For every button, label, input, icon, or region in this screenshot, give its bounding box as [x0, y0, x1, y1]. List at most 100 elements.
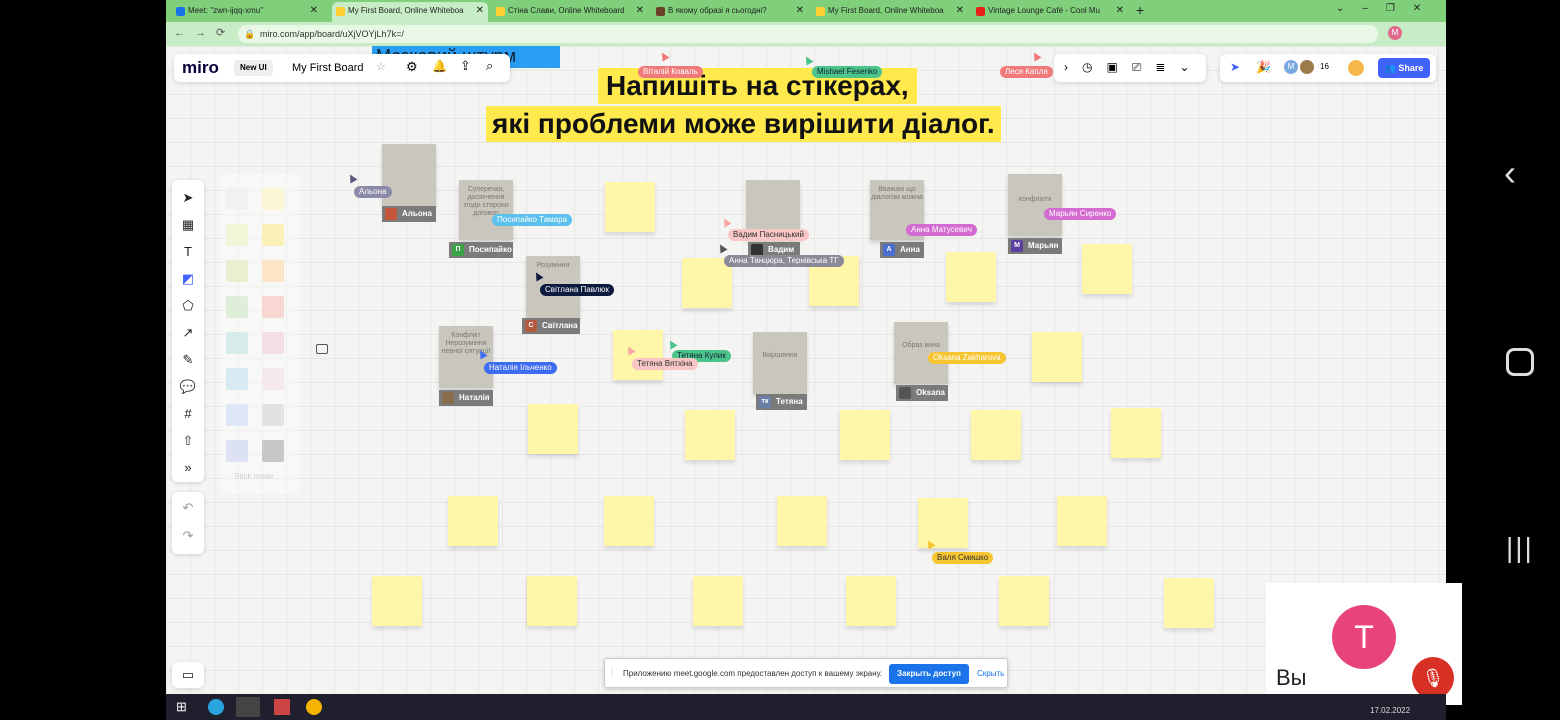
search-icon[interactable]: ⌕ — [486, 58, 493, 74]
celebrate-icon[interactable]: 🎉 — [1256, 60, 1271, 74]
bell-icon[interactable]: 🔔 — [432, 59, 447, 73]
sticky-note[interactable] — [448, 496, 498, 546]
comment-tool-icon[interactable]: 💬 — [172, 375, 204, 399]
tab-board[interactable]: My First Board, Online Whiteboa ✕ — [332, 2, 488, 22]
undo-icon[interactable]: ↶ — [172, 496, 204, 520]
color-swatch[interactable] — [262, 296, 284, 318]
close-icon[interactable]: ✕ — [956, 2, 964, 20]
mic-off-icon[interactable]: 🎙 — [1412, 657, 1454, 699]
telegram-icon[interactable] — [208, 699, 224, 715]
sticky-note[interactable] — [971, 410, 1021, 460]
frame-tool-icon[interactable]: # — [172, 402, 204, 426]
color-swatch[interactable] — [262, 188, 284, 210]
text-tool-icon[interactable]: T — [172, 240, 204, 264]
shape-tool-icon[interactable]: ⬠ — [172, 294, 204, 318]
color-swatch[interactable] — [226, 332, 248, 354]
sticky-tool-icon[interactable]: ◩ — [172, 267, 204, 291]
sticky-note[interactable] — [999, 576, 1049, 626]
redo-icon[interactable]: ↷ — [172, 524, 204, 548]
color-swatch[interactable] — [226, 260, 248, 282]
gray-sticky[interactable]: Суперечка, досягнення згоди сторони дого… — [459, 180, 513, 240]
share-button[interactable]: 👥 Share — [1378, 58, 1430, 78]
gray-sticky[interactable]: конфлікти — [1008, 174, 1062, 236]
drag-handle-icon[interactable]: ⁞ — [611, 668, 613, 677]
new-ui-badge[interactable]: New UI — [234, 60, 273, 76]
gray-sticky[interactable]: Конфлікт Нерозуміння певної ситуації — [439, 326, 493, 388]
new-tab-button[interactable]: + — [1136, 2, 1144, 18]
template-tool-icon[interactable]: ▦ — [172, 213, 204, 237]
color-swatch[interactable] — [262, 260, 284, 282]
tab-image[interactable]: В якому образі я сьогодні? ✕ — [652, 2, 808, 22]
recents-icon[interactable]: ||| — [1506, 532, 1534, 564]
sticky-note[interactable] — [682, 258, 732, 308]
color-swatch[interactable] — [262, 224, 284, 246]
tab-meet[interactable]: Meet: "zwn-ijqq-xmu" ✕ — [172, 2, 322, 22]
more-tools-icon[interactable]: » — [172, 456, 204, 480]
board-name[interactable]: My First Board — [292, 62, 364, 74]
chrome-taskbar-icon[interactable] — [236, 697, 260, 717]
tab-wall[interactable]: Стіна Слави, Online Whiteboard ✕ — [492, 2, 648, 22]
avatar[interactable] — [1300, 60, 1314, 74]
color-swatch[interactable] — [262, 440, 284, 462]
window-controls[interactable]: ⌄–❐✕ — [1336, 3, 1439, 14]
sticky-note[interactable] — [1057, 496, 1107, 546]
tab-board-2[interactable]: My First Board, Online Whiteboa ✕ — [812, 2, 968, 22]
color-swatch[interactable] — [226, 440, 248, 462]
color-swatch[interactable] — [262, 368, 284, 390]
sticky-note[interactable] — [372, 576, 422, 626]
home-icon[interactable] — [1506, 348, 1534, 376]
cursor-icon[interactable]: ➤ — [1230, 60, 1240, 74]
star-icon[interactable]: ☆ — [376, 60, 386, 73]
sidebar-toggle-icon[interactable]: ▭ — [172, 663, 204, 687]
hide-button[interactable]: Скрыть — [977, 669, 1004, 678]
chrome-icon[interactable] — [306, 699, 322, 715]
close-icon[interactable]: ✕ — [636, 2, 644, 20]
select-tool-icon[interactable]: ➤ — [172, 186, 204, 210]
color-swatch[interactable] — [226, 368, 248, 390]
stop-sharing-button[interactable]: Закрыть доступ — [889, 664, 969, 684]
color-swatch[interactable] — [262, 404, 284, 426]
sticky-note[interactable] — [840, 410, 890, 460]
close-icon[interactable]: ✕ — [1116, 2, 1124, 20]
gray-sticky[interactable]: Вирішення — [753, 332, 807, 394]
nav-buttons[interactable]: ←→⟳ — [174, 26, 235, 39]
back-icon[interactable]: ‹ — [1504, 152, 1516, 194]
sticky-note[interactable] — [846, 576, 896, 626]
sticky-note[interactable] — [1111, 408, 1161, 458]
sticky-note[interactable] — [777, 496, 827, 546]
pen-tool-icon[interactable]: ✎ — [172, 348, 204, 372]
color-swatch[interactable] — [226, 296, 248, 318]
windows-start-icon[interactable]: ⊞ — [176, 699, 187, 715]
gray-sticky[interactable] — [382, 144, 436, 206]
miro-canvas[interactable]: Мозковий штурм miro New UI My First Boar… — [166, 46, 1446, 694]
sticky-note[interactable] — [613, 330, 663, 380]
close-icon[interactable]: ✕ — [476, 2, 484, 20]
sticky-note[interactable] — [1032, 332, 1082, 382]
reactions-icon[interactable] — [1348, 60, 1364, 76]
avatar[interactable]: M — [1284, 60, 1298, 74]
sticky-note[interactable] — [605, 182, 655, 232]
sticky-note[interactable] — [1164, 578, 1214, 628]
sticky-note[interactable] — [1082, 244, 1132, 294]
upload-tool-icon[interactable]: ⇧ — [172, 429, 204, 453]
color-swatch[interactable] — [226, 224, 248, 246]
board-tool-icons[interactable]: ›◷▣⎚≣⌄ — [1064, 60, 1204, 75]
sticky-note[interactable] — [685, 410, 735, 460]
color-swatch[interactable] — [226, 188, 248, 210]
close-icon[interactable]: ✕ — [310, 2, 318, 20]
app-taskbar-icon[interactable] — [274, 699, 290, 715]
url-field[interactable]: 🔒 miro.com/app/board/uXjVOYjLh7k=/ — [238, 25, 1378, 43]
gear-icon[interactable]: ⚙ — [406, 59, 418, 75]
sticky-note[interactable] — [528, 404, 578, 454]
line-tool-icon[interactable]: ↗ — [172, 321, 204, 345]
sticky-note[interactable] — [693, 576, 743, 626]
sticky-note[interactable] — [604, 496, 654, 546]
tab-youtube[interactable]: Vintage Lounge Café - Cool Mu ✕ — [972, 2, 1128, 22]
color-swatch[interactable] — [226, 404, 248, 426]
color-swatch[interactable] — [262, 332, 284, 354]
upload-icon[interactable]: ⇪ — [460, 58, 471, 74]
sticky-note[interactable] — [527, 576, 577, 626]
close-icon[interactable]: ✕ — [796, 2, 804, 20]
sticky-note[interactable] — [946, 252, 996, 302]
profile-avatar[interactable]: M — [1388, 26, 1402, 40]
